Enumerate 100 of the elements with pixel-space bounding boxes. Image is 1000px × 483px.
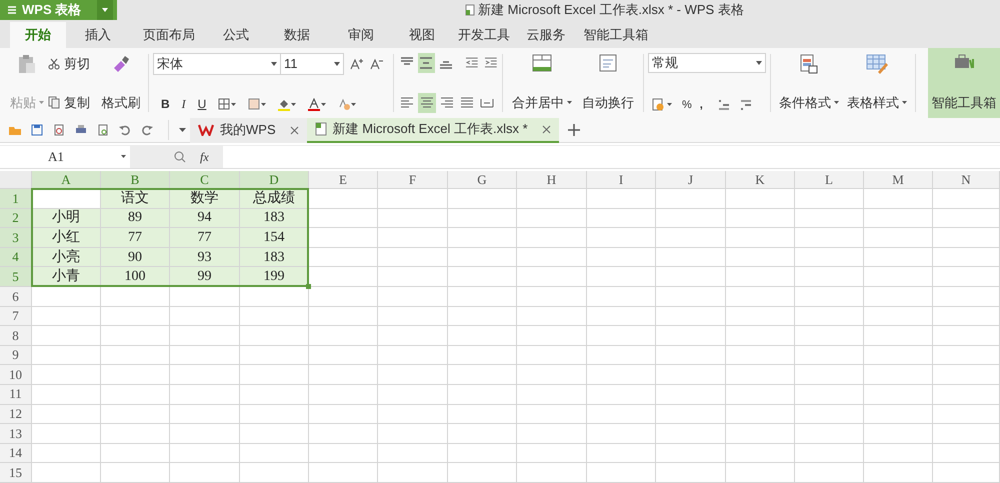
- menu-tab[interactable]: 开始: [10, 22, 66, 48]
- undo-icon[interactable]: [118, 123, 132, 137]
- vertical-align-button[interactable]: [418, 53, 436, 73]
- column-header[interactable]: E: [309, 171, 378, 189]
- table-cell[interactable]: 小红: [32, 228, 101, 248]
- decrease-decimal-icon[interactable]: [738, 98, 753, 112]
- clear-format-icon[interactable]: [338, 98, 356, 110]
- row-header[interactable]: 6: [0, 286, 32, 307]
- table-cell[interactable]: 94: [170, 208, 240, 228]
- table-style-button[interactable]: 表格样式: [843, 48, 911, 118]
- column-header[interactable]: N: [933, 171, 1000, 189]
- currency-icon[interactable]: [652, 98, 674, 112]
- column-header[interactable]: M: [864, 171, 933, 189]
- row-header[interactable]: 3: [0, 228, 32, 248]
- row-header[interactable]: 5: [0, 267, 32, 287]
- row-header[interactable]: 9: [0, 346, 32, 366]
- column-header[interactable]: C: [170, 171, 240, 189]
- column-header[interactable]: H: [517, 171, 587, 189]
- column-header[interactable]: A: [32, 171, 101, 189]
- wrap-text-button[interactable]: 自动换行: [577, 48, 639, 118]
- column-header[interactable]: K: [726, 171, 795, 189]
- comma-button[interactable]: ,: [700, 96, 703, 113]
- font-name-field[interactable]: 宋体: [153, 53, 281, 75]
- row-header[interactable]: 13: [0, 424, 32, 444]
- italic-button[interactable]: I: [182, 95, 186, 113]
- row-header[interactable]: 4: [0, 248, 32, 268]
- formula-input-field[interactable]: [222, 146, 1000, 168]
- row-header[interactable]: 2: [0, 208, 32, 228]
- row-header[interactable]: 12: [0, 404, 32, 424]
- table-cell[interactable]: 77: [170, 228, 240, 248]
- table-cell[interactable]: 77: [101, 228, 170, 248]
- document-tab[interactable]: 新建 Microsoft Excel 工作表.xlsx *: [306, 118, 559, 142]
- column-header[interactable]: I: [587, 171, 656, 189]
- document-tab[interactable]: 我的WPS: [190, 118, 307, 142]
- table-cell[interactable]: 93: [170, 248, 240, 268]
- fill-color-icon[interactable]: [278, 98, 296, 110]
- add-tab-icon[interactable]: [566, 123, 581, 137]
- column-header[interactable]: F: [378, 171, 448, 189]
- increase-font-icon[interactable]: [350, 58, 364, 70]
- table-cell[interactable]: 183: [240, 248, 309, 268]
- table-cell[interactable]: 90: [101, 248, 170, 268]
- font-color-icon[interactable]: [308, 98, 326, 110]
- menu-tab[interactable]: 公式: [208, 22, 264, 48]
- number-format-field[interactable]: 常规: [648, 53, 766, 73]
- menu-tab[interactable]: 智能工具箱: [576, 22, 656, 48]
- row-header[interactable]: 1: [0, 189, 32, 209]
- merge-center-button[interactable]: 合并居中: [507, 48, 577, 118]
- horizontal-align-button[interactable]: [418, 93, 436, 113]
- column-header[interactable]: J: [656, 171, 726, 189]
- redo-icon[interactable]: [140, 123, 154, 137]
- copy-button[interactable]: 复制: [48, 92, 98, 112]
- menu-tab[interactable]: 云服务: [516, 22, 576, 48]
- close-icon[interactable]: [290, 126, 299, 134]
- cut-button[interactable]: 剪切: [48, 54, 98, 74]
- percent-button[interactable]: %: [682, 96, 692, 113]
- row-header[interactable]: 10: [0, 365, 32, 385]
- borders-icon[interactable]: [218, 98, 236, 110]
- export-icon[interactable]: [52, 123, 66, 137]
- table-cell[interactable]: 语文: [101, 189, 170, 209]
- decrease-font-icon[interactable]: [370, 58, 384, 70]
- column-header[interactable]: B: [101, 171, 170, 189]
- menu-tab[interactable]: 开发工具: [452, 22, 516, 48]
- column-header[interactable]: G: [448, 171, 517, 189]
- zoom-icon[interactable]: [174, 150, 186, 162]
- column-header[interactable]: L: [795, 171, 864, 189]
- menu-tab[interactable]: 审阅: [330, 22, 392, 48]
- format-painter-button[interactable]: 格式刷: [98, 48, 144, 118]
- underline-button[interactable]: U: [198, 95, 206, 113]
- font-size-field[interactable]: 11: [281, 53, 344, 75]
- menu-tab[interactable]: 数据: [264, 22, 330, 48]
- row-header[interactable]: 7: [0, 306, 32, 326]
- table-cell[interactable]: 100: [101, 267, 170, 287]
- table-cell[interactable]: 99: [170, 267, 240, 287]
- increase-indent-icon[interactable]: [484, 56, 498, 70]
- table-cell[interactable]: 89: [101, 208, 170, 228]
- decrease-indent-icon[interactable]: [464, 56, 478, 70]
- table-cell[interactable]: 数学: [170, 189, 240, 209]
- menu-tab[interactable]: 视图: [392, 22, 452, 48]
- row-header[interactable]: 15: [0, 463, 32, 483]
- row-header[interactable]: 14: [0, 444, 32, 464]
- save-icon[interactable]: [30, 123, 44, 137]
- conditional-format-button[interactable]: 条件格式: [775, 48, 843, 118]
- table-cell[interactable]: 总成绩: [240, 189, 309, 209]
- row-header[interactable]: 11: [0, 384, 32, 405]
- smart-toolbox-button[interactable]: 智能工具箱: [928, 48, 1000, 118]
- bold-button[interactable]: B: [161, 95, 170, 113]
- row-header[interactable]: 8: [0, 326, 32, 346]
- menu-tab[interactable]: 插入: [66, 22, 130, 48]
- cell-style-icon[interactable]: [248, 98, 266, 110]
- table-cell[interactable]: 小亮: [32, 248, 101, 268]
- close-icon[interactable]: [542, 124, 551, 134]
- table-cell[interactable]: 小明: [32, 208, 101, 228]
- print-preview-icon[interactable]: [96, 123, 110, 137]
- active-cell[interactable]: [32, 189, 101, 209]
- name-box[interactable]: A1: [0, 146, 130, 168]
- table-cell[interactable]: 154: [240, 228, 309, 248]
- function-button[interactable]: fx: [200, 148, 209, 166]
- select-all-corner[interactable]: [0, 171, 32, 189]
- table-cell[interactable]: 183: [240, 208, 309, 228]
- increase-decimal-icon[interactable]: [716, 98, 731, 112]
